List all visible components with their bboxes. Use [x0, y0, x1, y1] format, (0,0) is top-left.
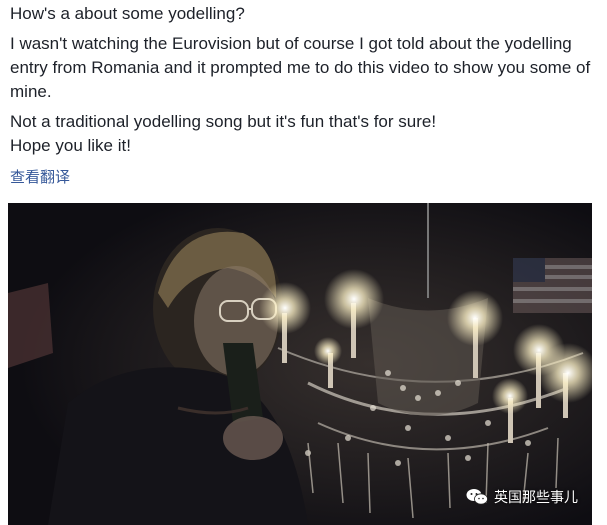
- post-line-4: Hope you like it!: [10, 136, 131, 155]
- post: How's a about some yodelling? I wasn't w…: [0, 0, 607, 525]
- post-line-1: How's a about some yodelling?: [10, 4, 245, 23]
- watermark: 英国那些事儿: [466, 487, 578, 507]
- watermark-text: 英国那些事儿: [494, 489, 578, 505]
- wechat-icon: [466, 489, 488, 505]
- post-line-2: I wasn't watching the Eurovision but of …: [10, 34, 591, 101]
- see-translation-link[interactable]: 查看翻译: [10, 166, 70, 187]
- video-thumbnail[interactable]: 英国那些事儿: [8, 203, 592, 525]
- video-frame: [8, 203, 592, 525]
- post-text: How's a about some yodelling? I wasn't w…: [10, 0, 600, 166]
- flag-decor: [513, 258, 592, 313]
- post-line-3: Not a traditional yodelling song but it'…: [10, 112, 437, 131]
